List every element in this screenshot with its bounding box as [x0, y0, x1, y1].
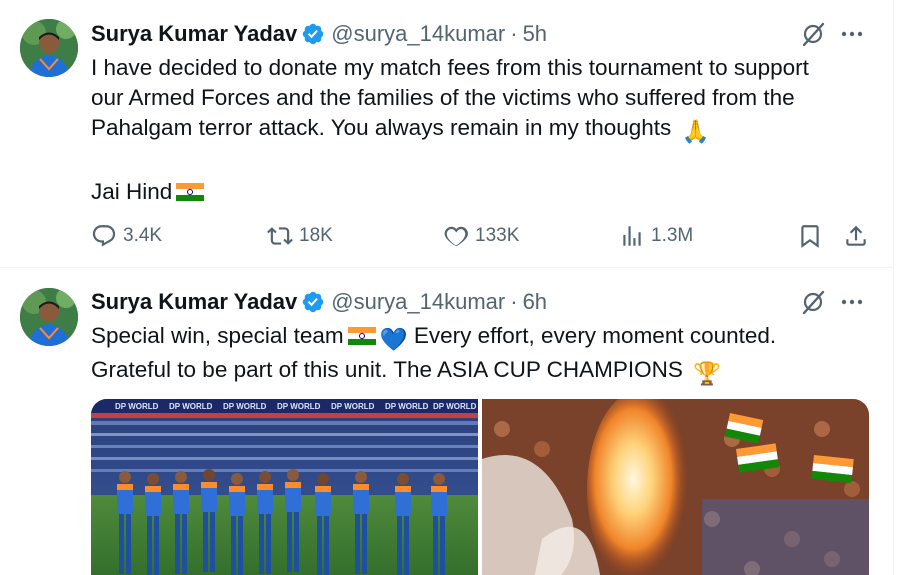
tweet-text-segment: Pahalgam terror attack. You always remai…: [91, 115, 672, 140]
tweet-media-grid[interactable]: DP WORLD DP WORLD DP WORLD DP WORLD DP W…: [91, 399, 869, 575]
tweet-text-segment: Jai Hind: [91, 179, 173, 204]
banner-text: DP WORLD: [115, 402, 159, 411]
folded-hands-emoji: 🙏: [681, 119, 710, 144]
tweet-text-line: Pahalgam terror attack. You always remai…: [91, 113, 871, 147]
share-icon: [846, 225, 866, 246]
timestamp[interactable]: 6h: [523, 289, 547, 315]
share-button[interactable]: [843, 222, 875, 250]
verified-badge-icon: [303, 23, 324, 45]
banner-text: DP WORLD: [277, 402, 321, 411]
repost-button[interactable]: 18K: [267, 222, 333, 250]
trophy-emoji: 🏆: [693, 361, 722, 386]
author-handle[interactable]: @surya_14kumar: [331, 21, 505, 47]
reply-icon: [92, 225, 116, 247]
tweet-text-segment: Grateful to be part of this unit. The AS…: [91, 357, 683, 382]
author-handle[interactable]: @surya_14kumar: [331, 289, 505, 315]
tweet-header: Surya Kumar Yadav @surya_14kumar · 6h: [91, 288, 547, 316]
timeline: Surya Kumar Yadav @surya_14kumar · 5h I …: [0, 0, 894, 575]
tweet-actions: 3.4K 18K 133K 1.3M: [91, 222, 871, 250]
india-flag-icon: [347, 327, 376, 345]
tweet-text-line: I have decided to donate my match fees f…: [91, 55, 809, 80]
timestamp[interactable]: 5h: [523, 21, 547, 47]
views-count: 1.3M: [651, 225, 694, 246]
banner-text: DP WORLD: [331, 402, 375, 411]
tweet-text-line: Grateful to be part of this unit. The AS…: [91, 355, 871, 389]
bookmark-button[interactable]: [797, 222, 829, 250]
author-name[interactable]: Surya Kumar Yadav: [91, 21, 297, 47]
grok-icon[interactable]: [799, 288, 827, 316]
tweet-text: Special win, special team 💙 Every effort,…: [91, 321, 871, 389]
tweet-text-segment: Special win, special team: [91, 323, 344, 348]
more-icon[interactable]: [839, 20, 865, 48]
bookmark-icon: [801, 225, 819, 248]
avatar[interactable]: [20, 19, 78, 77]
tweet-text-line: our Armed Forces and the families of the…: [91, 85, 795, 110]
like-button[interactable]: 133K: [443, 222, 519, 250]
blue-heart-emoji: 💙: [379, 327, 408, 352]
tweet-text: I have decided to donate my match fees f…: [91, 53, 871, 207]
banner-text: DP WORLD: [223, 402, 267, 411]
tweet-header: Surya Kumar Yadav @surya_14kumar · 5h: [91, 20, 547, 48]
tweet-text-segment: Every effort, every moment counted.: [413, 323, 777, 348]
verified-badge-icon: [303, 291, 324, 313]
avatar[interactable]: [20, 288, 78, 346]
team-lineup-photo[interactable]: DP WORLD DP WORLD DP WORLD DP WORLD DP W…: [91, 399, 478, 575]
like-icon: [444, 226, 468, 247]
india-flag-icon: [176, 183, 205, 201]
tweet-text-line: Jai Hind: [91, 177, 871, 207]
india-flag-icon: [811, 455, 854, 484]
tweet[interactable]: Surya Kumar Yadav @surya_14kumar · 5h I …: [0, 0, 893, 268]
author-name[interactable]: Surya Kumar Yadav: [91, 289, 297, 315]
banner-text: DP WORLD: [169, 402, 213, 411]
repost-icon: [267, 227, 293, 245]
reply-button[interactable]: 3.4K: [91, 222, 162, 250]
views-icon: [623, 226, 641, 246]
tweet-text-line: Special win, special team 💙 Every effort,…: [91, 321, 871, 355]
like-count: 133K: [475, 225, 520, 246]
views-button[interactable]: 1.3M: [619, 222, 693, 250]
more-icon[interactable]: [839, 288, 865, 316]
tweet[interactable]: Surya Kumar Yadav @surya_14kumar · 6h Sp…: [0, 268, 893, 575]
banner-text: DP WORLD: [385, 402, 429, 411]
sponsor-banner: DP WORLD DP WORLD DP WORLD DP WORLD DP W…: [115, 402, 477, 411]
banner-text: DP WORLD: [433, 402, 477, 411]
repost-count: 18K: [299, 225, 333, 246]
reply-count: 3.4K: [123, 225, 163, 246]
grok-icon[interactable]: [799, 20, 827, 48]
crowd-celebration-photo[interactable]: [482, 399, 869, 575]
separator-dot: ·: [510, 289, 518, 314]
separator-dot: ·: [510, 21, 518, 46]
